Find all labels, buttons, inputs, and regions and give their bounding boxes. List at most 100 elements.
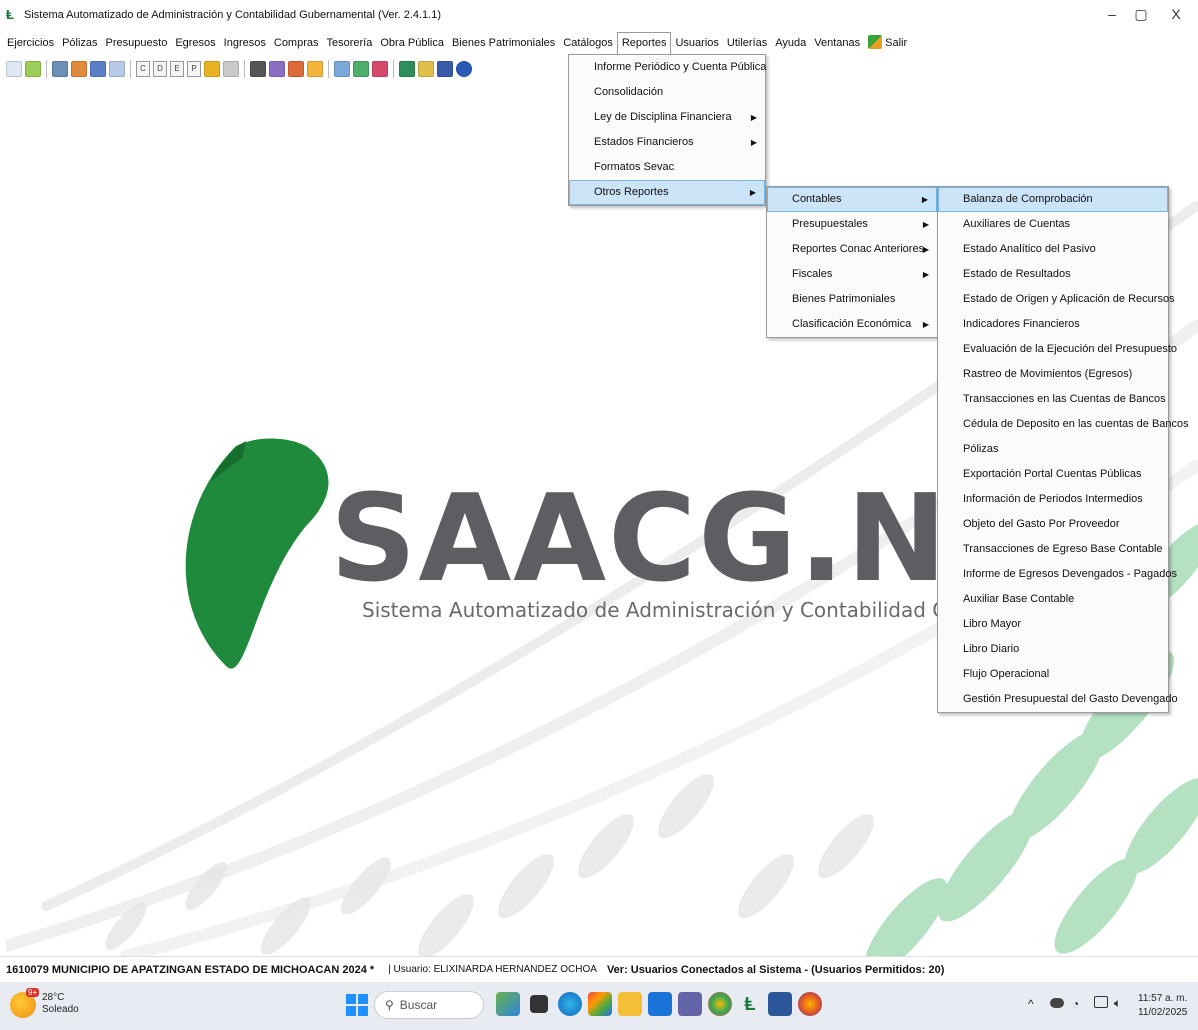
menu-item-transacciones-egreso[interactable]: Transacciones de Egreso Base Contable xyxy=(938,537,1168,562)
book-icon[interactable] xyxy=(334,61,350,77)
teams-icon[interactable] xyxy=(678,992,702,1016)
menu-item-consolidacion[interactable]: Consolidación xyxy=(569,80,765,105)
chrome-icon[interactable] xyxy=(708,992,732,1016)
menu-compras[interactable]: Compras xyxy=(270,32,323,54)
menu-item-auxiliar-base[interactable]: Auxiliar Base Contable xyxy=(938,587,1168,612)
menu-item-fiscales[interactable]: Fiscales ▶ xyxy=(767,262,937,287)
menu-item-gestion-presupuestal[interactable]: Gestión Presupuestal del Gasto Devengado xyxy=(938,687,1178,712)
p-icon[interactable]: P xyxy=(187,61,201,77)
menu-item-cedula-deposito[interactable]: Cédula de Deposito en las cuentas de Ban… xyxy=(938,412,1189,437)
menu-ingresos[interactable]: Ingresos xyxy=(220,32,270,54)
menu-obra-publica[interactable]: Obra Pública xyxy=(376,32,448,54)
chevron-up-icon[interactable]: ^ xyxy=(1028,997,1034,1011)
d-icon[interactable]: D xyxy=(153,61,167,77)
close-button[interactable]: X xyxy=(1166,6,1186,22)
exit-icon xyxy=(868,35,883,49)
menu-tesoreria[interactable]: Tesorería xyxy=(323,32,377,54)
p-yellow-icon[interactable] xyxy=(204,61,220,77)
menu-egresos[interactable]: Egresos xyxy=(171,32,219,54)
menu-item-flujo-operacional[interactable]: Flujo Operacional xyxy=(938,662,1168,687)
menu-ayuda[interactable]: Ayuda xyxy=(771,32,810,54)
menu-item-informe-periodico[interactable]: Informe Periódico y Cuenta Pública xyxy=(569,55,766,80)
firefox-icon[interactable] xyxy=(798,992,822,1016)
menu-item-evaluacion-ejecucion[interactable]: Evaluación de la Ejecución del Presupues… xyxy=(938,337,1177,362)
users-icon[interactable] xyxy=(52,61,68,77)
tree-icon[interactable] xyxy=(399,61,415,77)
menu-ejercicios[interactable]: Ejercicios xyxy=(3,32,58,54)
menu-item-clasificacion-economica[interactable]: Clasificación Económica ▶ xyxy=(767,312,937,337)
refresh-icon[interactable] xyxy=(6,61,22,77)
print-icon[interactable] xyxy=(223,61,239,77)
outlook-icon[interactable] xyxy=(648,992,672,1016)
file-explorer-icon[interactable] xyxy=(618,992,642,1016)
minimize-button[interactable]: – xyxy=(1102,6,1122,22)
notes-icon[interactable] xyxy=(269,61,285,77)
menu-item-indicadores[interactable]: Indicadores Financieros xyxy=(938,312,1168,337)
menu-item-libro-diario[interactable]: Libro Diario xyxy=(938,637,1168,662)
menu-reportes[interactable]: Reportes xyxy=(616,32,672,54)
menu-utilerias[interactable]: Utilerías xyxy=(723,32,771,54)
menu-item-polizas[interactable]: Pólizas xyxy=(938,437,1168,462)
tools-icon[interactable] xyxy=(71,61,87,77)
restore-button[interactable]: ▢ xyxy=(1131,6,1151,23)
table-icon[interactable] xyxy=(109,61,125,77)
clipboard-icon[interactable] xyxy=(250,61,266,77)
calc-icon[interactable] xyxy=(437,61,453,77)
weather-widget[interactable]: 28°C Soleado xyxy=(42,992,79,1016)
e-icon[interactable]: E xyxy=(170,61,184,77)
word-icon[interactable] xyxy=(768,992,792,1016)
menu-item-rastreo-movimientos[interactable]: Rastreo de Movimientos (Egresos) xyxy=(938,362,1168,387)
menu-item-otros-reportes[interactable]: Otros Reportes ▶ xyxy=(569,180,765,205)
wrench-icon[interactable] xyxy=(353,61,369,77)
menu-item-estados-financieros[interactable]: Estados Financieros ▶ xyxy=(569,130,765,155)
store-icon[interactable] xyxy=(588,992,612,1016)
help-icon[interactable] xyxy=(456,61,472,77)
menu-item-ley-disciplina[interactable]: Ley de Disciplina Financiera ▶ xyxy=(569,105,765,130)
edge-icon[interactable] xyxy=(558,992,582,1016)
menu-presupuesto[interactable]: Presupuesto xyxy=(102,32,172,54)
document-icon[interactable] xyxy=(25,61,41,77)
menu-item-analitico-pasivo[interactable]: Estado Analítico del Pasivo xyxy=(938,237,1168,262)
toolbar: C D E P xyxy=(6,56,472,82)
network-icon[interactable]: ◔ xyxy=(1072,997,1079,1011)
menu-salir[interactable]: Salir xyxy=(864,32,911,54)
windows-start-icon[interactable] xyxy=(346,994,368,1016)
display-icon[interactable] xyxy=(1094,996,1108,1008)
menu-item-estado-resultados[interactable]: Estado de Resultados xyxy=(938,262,1168,287)
copilot-icon[interactable] xyxy=(496,992,520,1016)
edit-icon[interactable] xyxy=(90,61,106,77)
menu-polizas[interactable]: Pólizas xyxy=(58,32,101,54)
menu-item-exportacion-portal[interactable]: Exportación Portal Cuentas Públicas xyxy=(938,462,1168,487)
key-icon[interactable] xyxy=(418,61,434,77)
menu-item-origen-aplicacion[interactable]: Estado de Origen y Aplicación de Recurso… xyxy=(938,287,1175,312)
shield-icon[interactable] xyxy=(372,61,388,77)
task-view-icon[interactable] xyxy=(530,995,548,1013)
menu-ventanas[interactable]: Ventanas xyxy=(810,32,864,54)
menu-item-conac-anteriores[interactable]: Reportes Conac Anteriores ▶ xyxy=(767,237,937,262)
menu-item-objeto-gasto[interactable]: Objeto del Gasto Por Proveedor xyxy=(938,512,1168,537)
chart-icon[interactable] xyxy=(288,61,304,77)
menu-item-egresos-devengados[interactable]: Informe de Egresos Devengados - Pagados xyxy=(938,562,1177,587)
menu-item-transacciones-bancos[interactable]: Transacciones en las Cuentas de Bancos xyxy=(938,387,1168,412)
menu-item-bienes-patrimoniales[interactable]: Bienes Patrimoniales xyxy=(767,287,937,312)
speaker-icon[interactable]: 🔈︎ xyxy=(1114,996,1121,1011)
menu-item-label: Transacciones de Egreso Base Contable xyxy=(963,543,1163,555)
cloud-icon[interactable] xyxy=(1050,998,1064,1008)
saacg-app-icon[interactable]: Ⱡ xyxy=(738,992,762,1016)
menu-item-libro-mayor[interactable]: Libro Mayor xyxy=(938,612,1168,637)
menu-item-periodos-intermedios[interactable]: Información de Periodos Intermedios xyxy=(938,487,1168,512)
menu-item-formatos-sevac[interactable]: Formatos Sevac xyxy=(569,155,765,180)
menu-item-contables[interactable]: Contables ▶ xyxy=(767,187,937,212)
status-connected-users[interactable]: Ver: Usuarios Conectados al Sistema - (U… xyxy=(607,964,944,976)
clock[interactable]: 11:57 a. m. 11/02/2025 xyxy=(1138,992,1187,1020)
menu-item-auxiliares-cuentas[interactable]: Auxiliares de Cuentas xyxy=(938,212,1168,237)
menu-usuarios[interactable]: Usuarios xyxy=(671,32,722,54)
c-icon[interactable]: C xyxy=(136,61,150,77)
menu-bienes-patrimoniales[interactable]: Bienes Patrimoniales xyxy=(448,32,559,54)
taskbar-search-input[interactable]: ⚲ Buscar xyxy=(374,991,484,1019)
menu-item-presupuestales[interactable]: Presupuestales ▶ xyxy=(767,212,937,237)
box-icon[interactable] xyxy=(307,61,323,77)
menu-catalogos[interactable]: Catálogos xyxy=(559,32,617,54)
menu-item-balanza-comprobacion[interactable]: Balanza de Comprobación xyxy=(938,187,1168,212)
menu-item-label: Flujo Operacional xyxy=(963,668,1050,680)
